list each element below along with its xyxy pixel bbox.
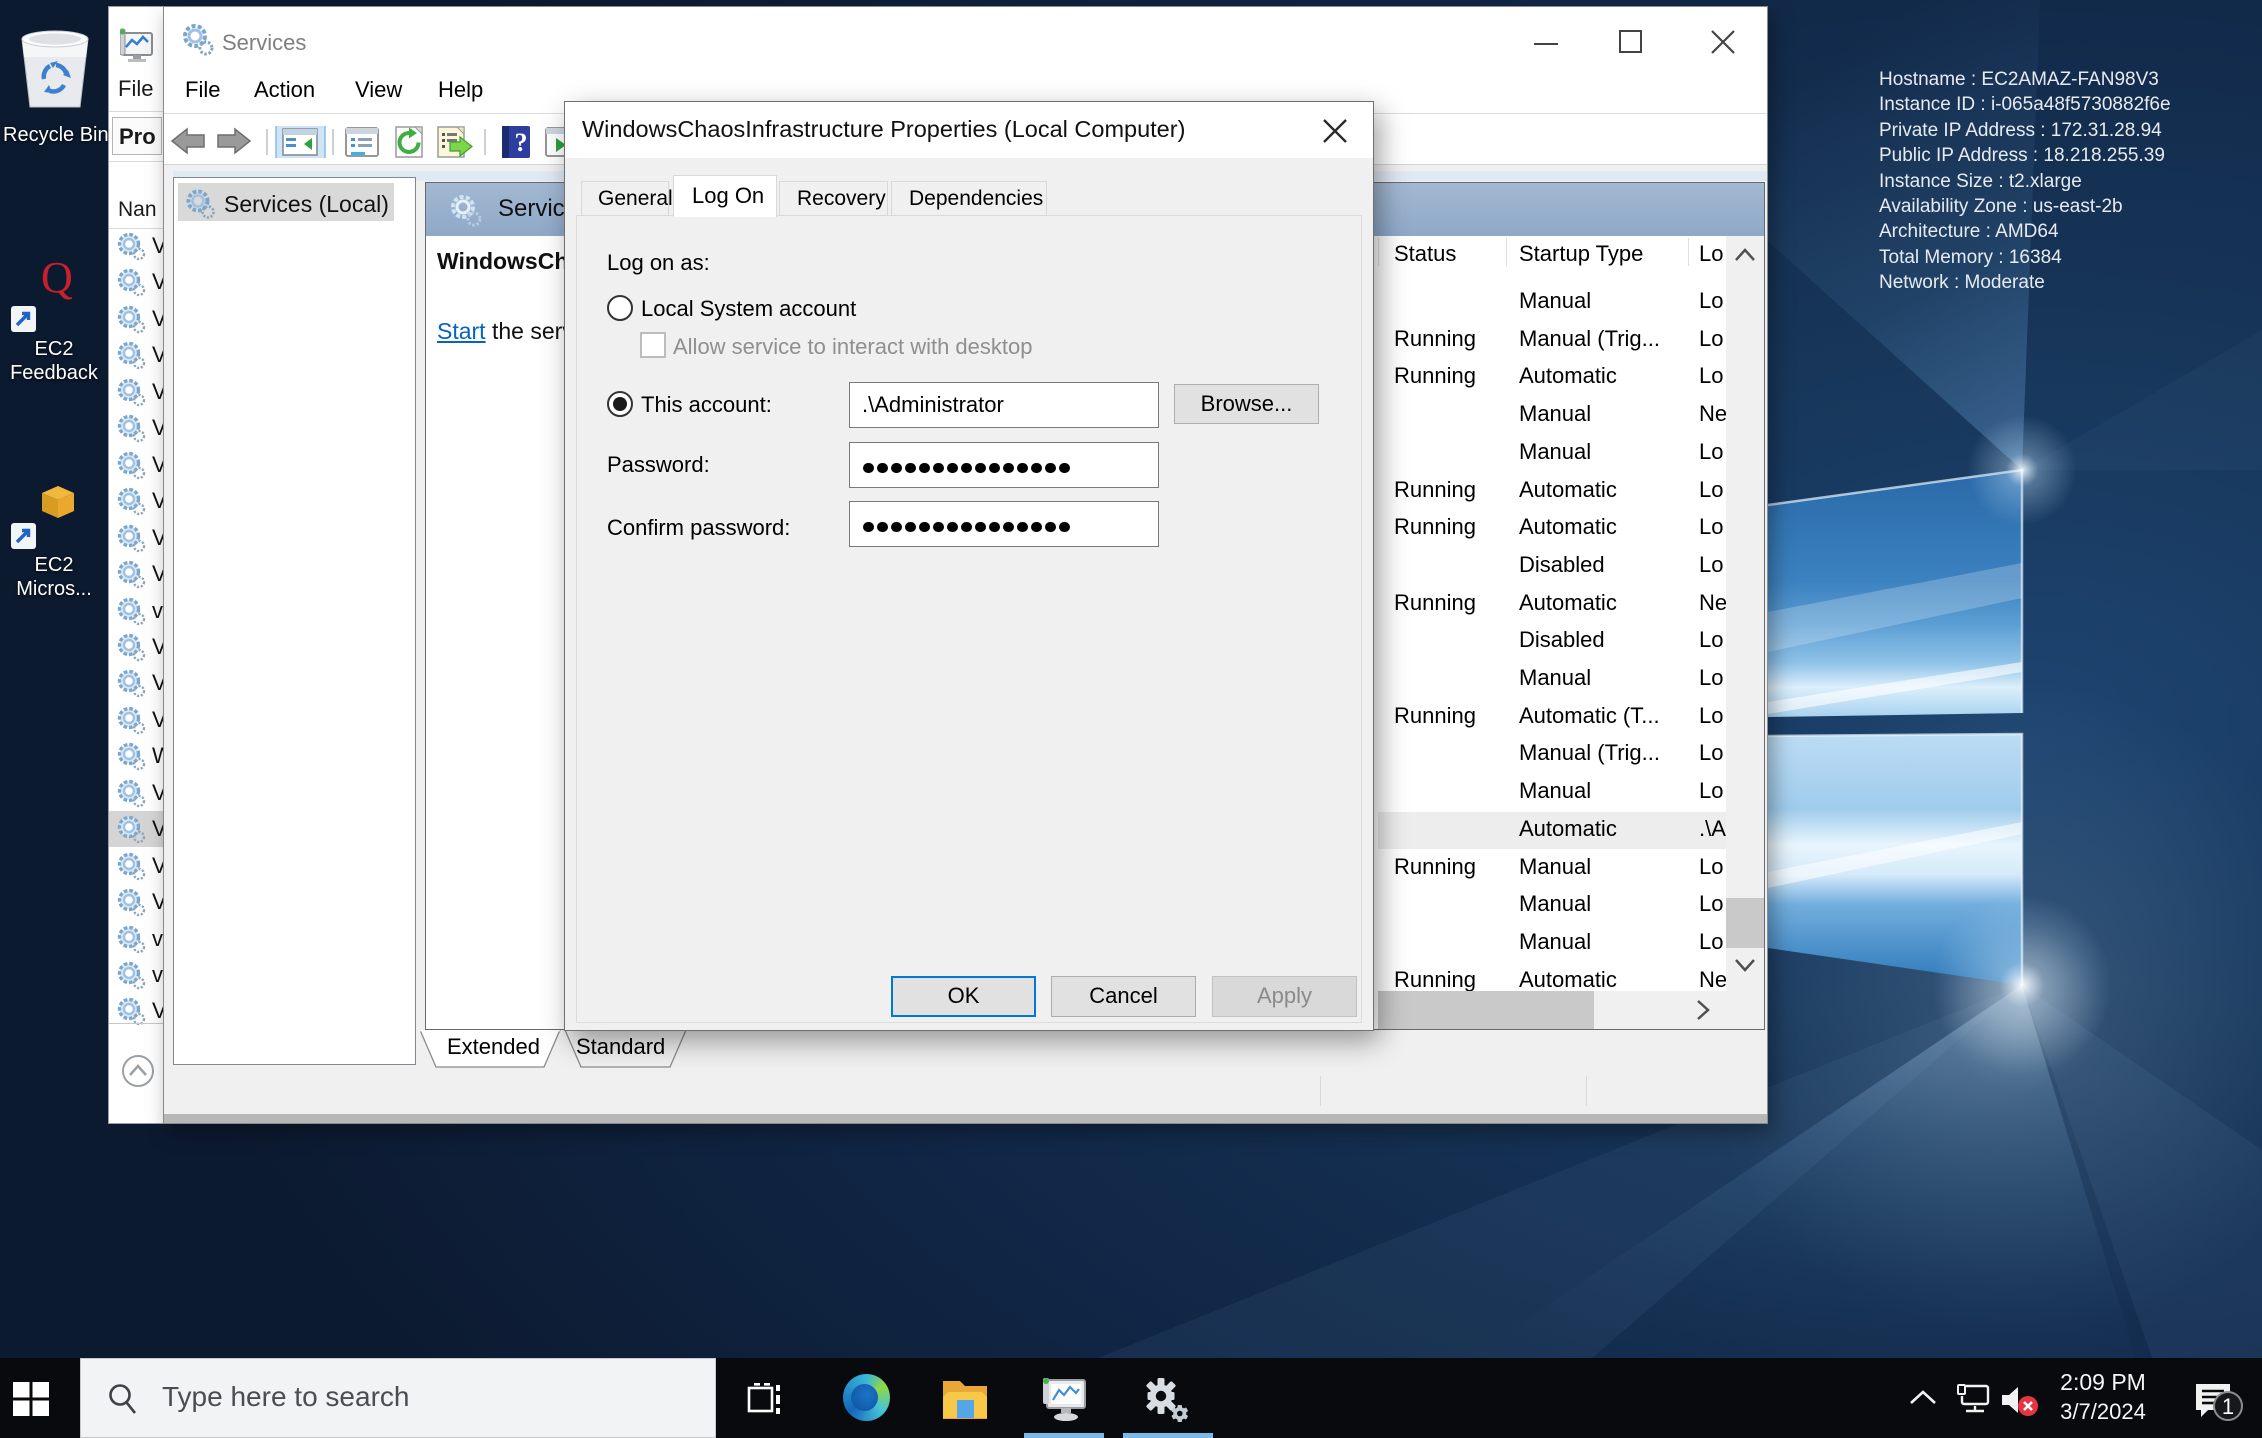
svg-text:?: ? [515, 128, 528, 157]
svg-text:1: 1 [2222, 1394, 2234, 1419]
